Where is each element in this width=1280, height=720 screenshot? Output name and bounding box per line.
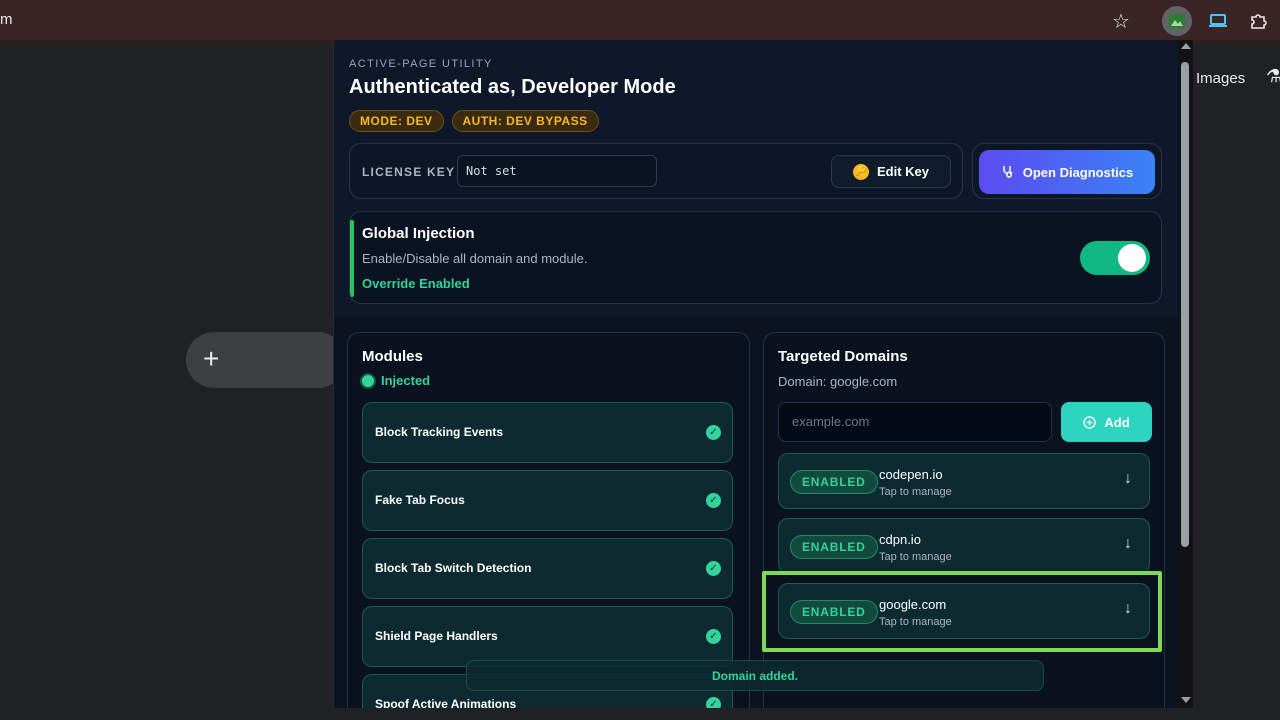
open-diagnostics-label: Open Diagnostics bbox=[1022, 164, 1134, 180]
check-icon: ✓ bbox=[706, 425, 721, 440]
domain-item[interactable]: ENABLED google.com Tap to manage ↓ bbox=[778, 583, 1150, 639]
enabled-badge: ENABLED bbox=[790, 470, 878, 494]
laptop-extension-icon[interactable] bbox=[1203, 6, 1233, 36]
edit-key-label: Edit Key bbox=[876, 164, 929, 179]
modules-title: Modules bbox=[362, 348, 423, 365]
diagnostics-card: Open Diagnostics bbox=[972, 143, 1162, 199]
domains-title: Targeted Domains bbox=[778, 348, 908, 365]
plus-circle-icon bbox=[1083, 415, 1097, 429]
module-label: Spoof Active Animations bbox=[375, 697, 517, 708]
global-injection-toggle[interactable] bbox=[1080, 241, 1150, 275]
module-item[interactable]: Fake Tab Focus ✓ bbox=[362, 470, 733, 531]
targeted-domains-panel: Targeted Domains Domain: google.com exam… bbox=[763, 332, 1165, 708]
domain-hint: Tap to manage bbox=[879, 486, 952, 498]
scroll-down-arrow-icon[interactable] bbox=[1181, 697, 1191, 703]
domain-input[interactable]: example.com bbox=[778, 402, 1052, 442]
enabled-badge: ENABLED bbox=[790, 600, 878, 624]
open-diagnostics-button[interactable]: Open Diagnostics bbox=[979, 150, 1155, 194]
auth-badge: AUTH: DEV BYPASS bbox=[451, 110, 599, 132]
check-icon: ✓ bbox=[706, 561, 721, 576]
global-injection-status: Override Enabled bbox=[362, 276, 470, 291]
domain-hint: Tap to manage bbox=[879, 616, 952, 628]
scrollbar-thumb[interactable] bbox=[1181, 62, 1189, 547]
module-label: Shield Page Handlers bbox=[375, 629, 498, 643]
domain-item[interactable]: ENABLED cdpn.io Tap to manage ↓ bbox=[778, 518, 1150, 574]
check-icon: ✓ bbox=[706, 493, 721, 508]
global-injection-description: Enable/Disable all domain and module. bbox=[362, 251, 588, 266]
current-domain: Domain: google.com bbox=[778, 374, 898, 389]
add-domain-label: Add bbox=[1104, 414, 1130, 430]
module-item[interactable]: Shield Page Handlers ✓ bbox=[362, 606, 733, 667]
modules-status-label: Injected bbox=[381, 373, 431, 388]
key-icon: 🔑 bbox=[852, 163, 869, 180]
check-icon: ✓ bbox=[706, 697, 721, 708]
browser-toolbar: m ☆ bbox=[0, 0, 1280, 40]
popup-eyebrow: ACTIVE-PAGE UTILITY bbox=[349, 58, 493, 70]
license-card: LICENSE KEY Not set 🔑 Edit Key bbox=[349, 143, 963, 199]
toast-message: Domain added. bbox=[466, 660, 1044, 691]
labs-flask-icon[interactable]: ⚗ bbox=[1266, 66, 1280, 87]
license-key-field[interactable]: Not set bbox=[457, 155, 657, 187]
arrow-down-icon[interactable]: ↓ bbox=[1124, 600, 1132, 618]
extension-icon[interactable] bbox=[1162, 6, 1192, 36]
global-injection-card: Global Injection Enable/Disable all doma… bbox=[349, 211, 1162, 304]
modules-status: Injected bbox=[362, 373, 430, 388]
arrow-down-icon[interactable]: ↓ bbox=[1124, 470, 1132, 488]
domain-name: codepen.io bbox=[879, 467, 943, 482]
module-label: Block Tab Switch Detection bbox=[375, 561, 532, 575]
edit-key-button[interactable]: 🔑 Edit Key bbox=[831, 155, 951, 188]
arrow-down-icon[interactable]: ↓ bbox=[1124, 535, 1132, 553]
module-label: Block Tracking Events bbox=[375, 425, 504, 439]
domain-item[interactable]: ENABLED codepen.io Tap to manage ↓ bbox=[778, 453, 1150, 509]
mode-badge: MODE: DEV bbox=[349, 110, 444, 132]
modules-panel: Modules Injected Block Tracking Events ✓… bbox=[347, 332, 750, 708]
address-bar-text[interactable]: m bbox=[0, 11, 13, 28]
images-link[interactable]: Images bbox=[1196, 70, 1245, 87]
plus-icon[interactable]: + bbox=[203, 344, 219, 374]
domain-name: cdpn.io bbox=[879, 532, 921, 547]
stethoscope-icon bbox=[1002, 166, 1013, 178]
scroll-up-arrow-icon[interactable] bbox=[1181, 43, 1191, 49]
status-badges: MODE: DEV AUTH: DEV BYPASS bbox=[349, 110, 599, 132]
module-item[interactable]: Block Tab Switch Detection ✓ bbox=[362, 538, 733, 599]
toggle-knob bbox=[1118, 244, 1146, 272]
domain-hint: Tap to manage bbox=[879, 551, 952, 563]
global-injection-title: Global Injection bbox=[362, 225, 475, 242]
puzzle-icon[interactable] bbox=[1243, 6, 1273, 36]
module-label: Fake Tab Focus bbox=[375, 493, 465, 507]
extension-popup: ACTIVE-PAGE UTILITY Authenticated as, De… bbox=[333, 40, 1178, 708]
scrollbar[interactable] bbox=[1178, 40, 1193, 708]
license-label: LICENSE KEY bbox=[362, 165, 456, 179]
bookmark-star-icon[interactable]: ☆ bbox=[1106, 6, 1136, 36]
domain-name: google.com bbox=[879, 597, 947, 612]
accent-bar bbox=[350, 220, 354, 297]
popup-header: ACTIVE-PAGE UTILITY Authenticated as, De… bbox=[334, 40, 1178, 318]
status-dot-icon bbox=[362, 374, 374, 387]
add-domain-button[interactable]: Add bbox=[1061, 402, 1152, 442]
check-icon: ✓ bbox=[706, 629, 721, 644]
module-item[interactable]: Block Tracking Events ✓ bbox=[362, 402, 733, 463]
enabled-badge: ENABLED bbox=[790, 535, 878, 559]
page-title: Authenticated as, Developer Mode bbox=[349, 76, 676, 98]
